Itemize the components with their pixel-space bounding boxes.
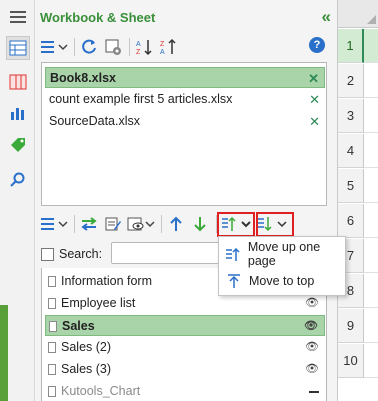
sheet-item[interactable]: Sales (3) 👁 bbox=[45, 359, 325, 380]
svg-text:Z: Z bbox=[160, 41, 165, 48]
menu-item-move-up-one-page[interactable]: Move up one page bbox=[219, 240, 345, 268]
cell[interactable] bbox=[364, 274, 378, 308]
worksheet-area: 1 2 3 4 5 6 7 8 9 10 bbox=[337, 0, 378, 401]
cell[interactable] bbox=[364, 239, 378, 273]
select-all-corner[interactable] bbox=[338, 0, 378, 28]
sheet-item[interactable]: Employee list 👁 bbox=[45, 293, 325, 314]
workbook-item[interactable]: SourceData.xlsx ✕ bbox=[45, 111, 325, 132]
sheet-item[interactable]: Sales 👁 bbox=[45, 315, 325, 336]
chart-icon[interactable] bbox=[6, 101, 30, 125]
workbook-item[interactable]: count example first 5 articles.xlsx ✕ bbox=[45, 89, 325, 110]
row-header[interactable]: 2 bbox=[338, 64, 364, 98]
svg-text:Z: Z bbox=[136, 49, 141, 56]
sheet-icon bbox=[48, 276, 56, 287]
row-header[interactable]: 10 bbox=[338, 344, 364, 378]
hidden-dash-icon[interactable] bbox=[309, 391, 319, 393]
sheet-name: Kutools_Chart bbox=[61, 384, 141, 398]
workbook-name: SourceData.xlsx bbox=[49, 114, 141, 128]
column-list-icon[interactable] bbox=[6, 70, 30, 94]
navigation-rail bbox=[0, 0, 35, 401]
close-icon[interactable]: ✕ bbox=[309, 111, 320, 132]
sort-ascending-icon[interactable]: AZ bbox=[133, 36, 155, 58]
settings-icon[interactable] bbox=[102, 36, 124, 58]
tag-icon[interactable] bbox=[6, 133, 30, 157]
cell[interactable] bbox=[364, 134, 378, 168]
kutools-navigation-pane: Workbook & Sheet « AZ ZA ? Book8.xlsx ✕ … bbox=[0, 0, 378, 401]
toolbar-divider bbox=[74, 38, 75, 56]
toolbar-divider bbox=[129, 38, 130, 56]
sheet-icon bbox=[48, 364, 56, 375]
cell[interactable] bbox=[364, 309, 378, 343]
sheet-item[interactable]: Sales (2) 👁 bbox=[45, 337, 325, 358]
sheet-name: Employee list bbox=[61, 296, 136, 310]
sheet-name: Information form bbox=[61, 274, 153, 288]
cell[interactable] bbox=[364, 29, 378, 63]
cell[interactable] bbox=[364, 64, 378, 98]
visibility-options-icon[interactable] bbox=[126, 213, 156, 235]
refresh-icon[interactable] bbox=[78, 36, 100, 58]
sort-descending-icon[interactable]: ZA bbox=[157, 36, 179, 58]
search-input[interactable] bbox=[111, 242, 221, 264]
workbook-edge-strip bbox=[0, 305, 8, 401]
row-header[interactable]: 3 bbox=[338, 99, 364, 133]
sheet-name: Sales (3) bbox=[61, 362, 112, 376]
cell[interactable] bbox=[364, 204, 378, 238]
workbook-list: Book8.xlsx ✕ count example first 5 artic… bbox=[41, 62, 327, 206]
workbook-sheet-panel: Workbook & Sheet « AZ ZA ? Book8.xlsx ✕ … bbox=[35, 0, 337, 401]
row-header[interactable]: 4 bbox=[338, 134, 364, 168]
switch-icon[interactable] bbox=[78, 213, 100, 235]
eye-icon[interactable]: 👁 bbox=[304, 316, 318, 337]
sheet-icon bbox=[49, 321, 57, 332]
menu-item-label: Move to top bbox=[249, 274, 315, 288]
highlight-box bbox=[217, 212, 255, 237]
workbook-item[interactable]: Book8.xlsx ✕ bbox=[45, 67, 325, 88]
menu-item-label: Move up one page bbox=[247, 240, 321, 268]
toolbar-divider bbox=[74, 215, 75, 233]
workbook-sheet-icon[interactable] bbox=[6, 36, 30, 60]
svg-text:A: A bbox=[136, 41, 141, 48]
workbook-name: count example first 5 articles.xlsx bbox=[49, 92, 233, 106]
workbook-toolbar: AZ ZA bbox=[39, 34, 181, 60]
edit-sheet-icon[interactable] bbox=[102, 213, 124, 235]
select-all-checkbox[interactable] bbox=[41, 247, 54, 261]
hamburger-menu-icon[interactable] bbox=[10, 11, 26, 23]
cell[interactable] bbox=[364, 344, 378, 378]
close-icon[interactable]: ✕ bbox=[309, 89, 320, 110]
highlight-box bbox=[256, 212, 294, 237]
sheet-icon bbox=[48, 298, 56, 309]
toolbar-divider bbox=[161, 215, 162, 233]
eye-icon[interactable]: 👁 bbox=[305, 337, 319, 358]
move-down-icon[interactable] bbox=[189, 213, 211, 235]
help-icon[interactable]: ? bbox=[309, 37, 325, 53]
sheet-icon bbox=[48, 386, 56, 397]
eye-icon[interactable]: 👁 bbox=[305, 293, 319, 314]
close-icon[interactable]: ✕ bbox=[308, 68, 319, 89]
sheet-name: Sales (2) bbox=[61, 340, 112, 354]
list-options-icon[interactable] bbox=[39, 36, 69, 58]
list-options-icon[interactable] bbox=[39, 213, 69, 235]
move-to-top-icon bbox=[225, 273, 243, 289]
menu-item-move-to-top[interactable]: Move to top bbox=[219, 268, 345, 294]
search-icon[interactable] bbox=[6, 168, 30, 192]
row-header[interactable]: 6 bbox=[338, 204, 364, 238]
cell[interactable] bbox=[364, 99, 378, 133]
move-up-page-icon bbox=[225, 246, 242, 262]
svg-text:A: A bbox=[160, 49, 165, 56]
sheet-icon bbox=[48, 342, 56, 353]
move-up-icon[interactable] bbox=[165, 213, 187, 235]
panel-title: Workbook & Sheet bbox=[40, 10, 156, 25]
sheet-item[interactable]: Kutools_Chart bbox=[45, 381, 325, 401]
search-label: Search: bbox=[59, 247, 103, 261]
sheet-name: Sales bbox=[62, 319, 95, 333]
double-chevron-left-icon[interactable]: « bbox=[322, 7, 331, 27]
workbook-name: Book8.xlsx bbox=[50, 71, 117, 85]
row-header[interactable]: 1 bbox=[338, 29, 364, 63]
eye-icon[interactable]: 👁 bbox=[305, 359, 319, 380]
move-up-dropdown-menu: Move up one page Move to top bbox=[218, 236, 346, 296]
row-header[interactable]: 9 bbox=[338, 309, 364, 343]
row-header[interactable]: 5 bbox=[338, 169, 364, 203]
cell[interactable] bbox=[364, 169, 378, 203]
